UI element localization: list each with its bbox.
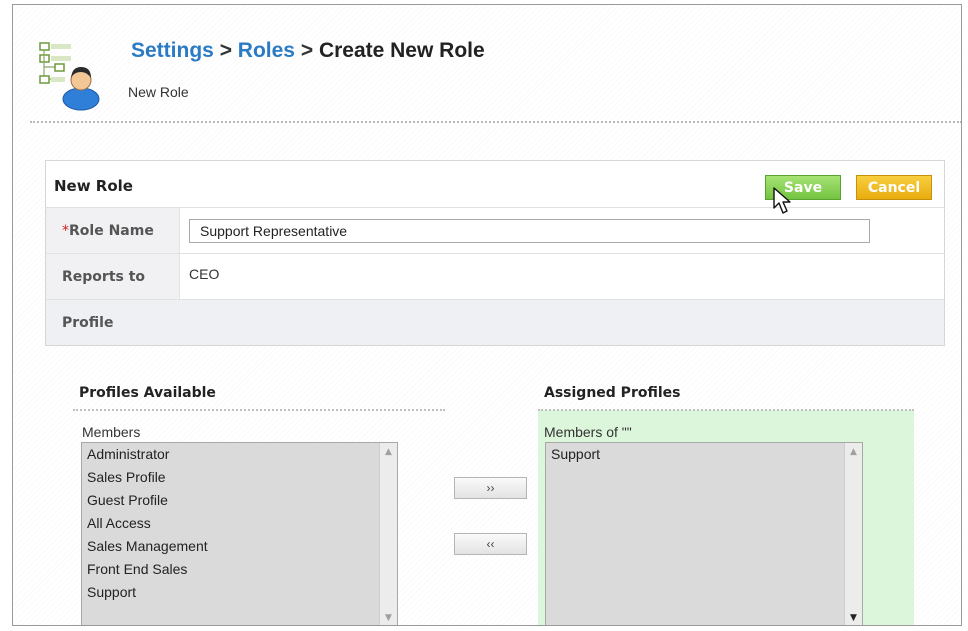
scroll-up-arrow-icon[interactable]: ▲ [380, 443, 397, 460]
page-subtitle: New Role [128, 84, 189, 100]
available-list-scrollbar[interactable]: ▲ ▼ [379, 443, 397, 625]
assigned-profiles-divider [538, 409, 914, 411]
list-item[interactable]: Administrator [82, 443, 397, 466]
members-label: Members [82, 424, 141, 440]
header-divider [30, 121, 961, 123]
assigned-profiles-title: Assigned Profiles [544, 385, 681, 401]
role-tree-user-icon [39, 42, 100, 111]
members-of-label: Members of "" [544, 424, 632, 440]
list-item[interactable]: All Access [82, 512, 397, 535]
list-item[interactable]: Support [82, 581, 397, 604]
reports-to-value[interactable]: CEO [189, 266, 219, 282]
list-item[interactable]: Support [546, 443, 862, 466]
panel-title: New Role [54, 177, 133, 195]
add-profile-button[interactable]: ›› [454, 477, 527, 499]
breadcrumb: Settings > Roles > Create New Role [131, 39, 485, 63]
list-item[interactable]: Guest Profile [82, 489, 397, 512]
list-item[interactable]: Sales Profile [82, 466, 397, 489]
profile-row: Profile [46, 299, 944, 345]
available-profiles-items: Administrator Sales Profile Guest Profil… [82, 443, 397, 604]
scroll-down-arrow-icon[interactable]: ▼ [845, 609, 862, 625]
mouse-pointer-icon [773, 187, 791, 214]
role-name-label-text: Role Name [69, 223, 154, 239]
cancel-button[interactable]: Cancel [856, 175, 932, 200]
breadcrumb-separator: > [219, 39, 232, 62]
role-name-row: * Role Name [46, 207, 944, 254]
assigned-profiles-items: Support [546, 443, 862, 466]
new-role-panel: New Role Save Cancel * Role Name Reports… [45, 160, 945, 346]
list-item[interactable]: Front End Sales [82, 558, 397, 581]
panel-header: New Role Save Cancel [46, 161, 944, 207]
breadcrumb-roles-link[interactable]: Roles [238, 39, 295, 62]
list-item[interactable]: Sales Management [82, 535, 397, 558]
scroll-down-arrow-icon[interactable]: ▼ [380, 609, 397, 625]
profile-label: Profile [62, 314, 114, 331]
assigned-list-scrollbar[interactable]: ▲ ▼ [844, 443, 862, 625]
profiles-available-divider [73, 409, 445, 411]
breadcrumb-settings-link[interactable]: Settings [131, 39, 214, 62]
reports-to-row: Reports to CEO [46, 253, 944, 300]
page-title: Create New Role [318, 39, 485, 62]
remove-profile-button[interactable]: ‹‹ [454, 533, 527, 555]
profiles-available-title: Profiles Available [79, 385, 216, 401]
page-frame: Settings > Roles > Create New Role New R… [12, 4, 962, 626]
reports-to-label: Reports to [46, 254, 180, 300]
role-name-input[interactable] [189, 219, 870, 243]
scroll-up-arrow-icon[interactable]: ▲ [845, 443, 862, 460]
required-marker: * [62, 223, 69, 239]
assigned-profiles-list[interactable]: Support ▲ ▼ [545, 442, 863, 625]
breadcrumb-separator: > [300, 39, 314, 62]
role-name-label: * Role Name [46, 208, 180, 254]
available-profiles-list[interactable]: Administrator Sales Profile Guest Profil… [81, 442, 398, 625]
